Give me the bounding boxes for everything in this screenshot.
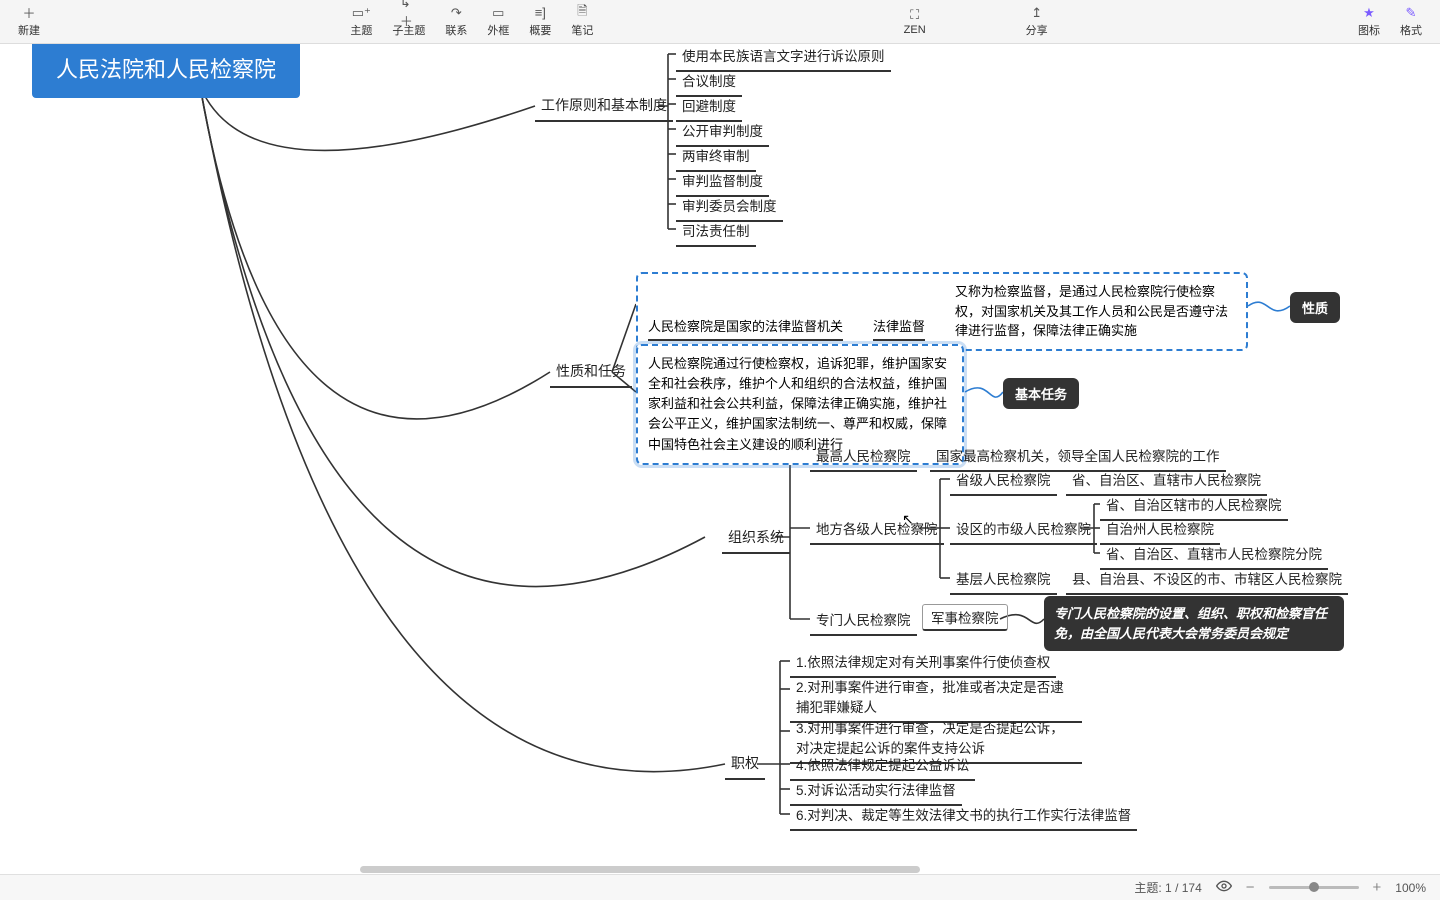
zen-label: ZEN (904, 24, 926, 36)
leaf[interactable]: 司法责任制 (676, 217, 756, 247)
topic-icon: ▭⁺ (352, 6, 370, 20)
cursor-icon: ↖ (902, 511, 914, 528)
notes-icon: 🗎 (573, 6, 591, 20)
callout-nature[interactable]: 性质 (1290, 292, 1340, 323)
zoom-in-button[interactable]: + (1373, 879, 1382, 896)
nature-c: 又称为检察监督，是通过人民检察院行使检察权，对国家机关及其工作人员和公民是否遵守… (955, 282, 1236, 341)
notes-label: 笔记 (571, 22, 593, 38)
callout-special[interactable]: 专门人民检察院的设置、组织、职权和检察官任免，由全国人民代表大会常务委员会规定 (1044, 596, 1344, 651)
topic-count: 主题: 1 / 174 (1134, 879, 1201, 896)
base-b[interactable]: 县、自治县、不设区的市、市辖区人民检察院 (1066, 565, 1348, 595)
zoom-slider[interactable] (1269, 886, 1359, 889)
status-bar: 主题: 1 / 174 − + 100% (0, 874, 1440, 900)
format-label: 格式 (1400, 22, 1422, 38)
prov-a[interactable]: 省级人民检察院 (950, 466, 1057, 496)
relation-icon: ↷ (447, 6, 465, 20)
branch-principles[interactable]: 工作原则和基本制度 (535, 92, 673, 122)
power-5[interactable]: 6.对判决、裁定等生效法律文书的执行工作实行法律监督 (790, 801, 1137, 831)
subtopic-icon: ↳＋ (400, 6, 418, 20)
notes-button[interactable]: 🗎 笔记 (561, 4, 603, 40)
base-a[interactable]: 基层人民检察院 (950, 565, 1057, 595)
special-a[interactable]: 专门人民检察院 (810, 606, 917, 636)
horizontal-scrollbar[interactable] (0, 865, 1440, 874)
city-a[interactable]: 设区的市级人民检察院 (950, 515, 1097, 545)
relation-label: 联系 (445, 22, 467, 38)
marker-icon: ★ (1360, 6, 1378, 20)
subtopic-button[interactable]: ↳＋ 子主题 (382, 4, 435, 40)
local-label[interactable]: 地方各级人民检察院 (810, 515, 944, 545)
special-b[interactable]: 军事检察院 (922, 604, 1008, 631)
supreme-a[interactable]: 最高人民检察院 (810, 442, 917, 472)
zoom-level[interactable]: 100% (1395, 881, 1426, 895)
zoom-thumb[interactable] (1309, 882, 1319, 892)
scrollbar-thumb[interactable] (360, 866, 920, 873)
share-label: 分享 (1026, 22, 1048, 38)
summary-icon: ≡] (531, 6, 549, 20)
relation-button[interactable]: ↷ 联系 (435, 4, 477, 40)
boundary-button[interactable]: ▭ 外框 (477, 4, 519, 40)
branch-nature-task[interactable]: 性质和任务 (550, 358, 632, 388)
toolbar: ＋ 新建 ▭⁺ 主题 ↳＋ 子主题 ↷ 联系 ▭ 外框 ≡] 概要 🗎 笔记 (0, 0, 1440, 44)
summary-label: 概要 (529, 22, 551, 38)
boundary-label: 外框 (487, 22, 509, 38)
nature-row[interactable]: 人民检察院是国家的法律监督机关 法律监督 又称为检察监督，是通过人民检察院行使检… (636, 272, 1248, 351)
branch-org[interactable]: 组织系统 (722, 524, 790, 554)
share-icon: ↥ (1028, 6, 1046, 20)
marker-label: 图标 (1358, 22, 1380, 38)
topic-label: 主题 (350, 22, 372, 38)
nature-a: 人民检察院是国家的法律监督机关 (648, 316, 843, 341)
branch-power[interactable]: 职权 (725, 750, 765, 780)
summary-button[interactable]: ≡] 概要 (519, 4, 561, 40)
mindmap-canvas[interactable]: 人民法院和人民检察院 工作原则和基本制度 使用本民族语言文字进行诉讼原则 合议制… (0, 44, 1440, 874)
new-button[interactable]: ＋ 新建 (8, 4, 50, 40)
eye-icon[interactable] (1216, 878, 1232, 897)
share-button[interactable]: ↥ 分享 (1016, 4, 1058, 40)
plus-icon: ＋ (20, 6, 38, 20)
new-label: 新建 (18, 22, 40, 38)
root-topic[interactable]: 人民法院和人民检察院 (32, 44, 300, 98)
nature-b: 法律监督 (873, 316, 925, 341)
zen-button[interactable]: ⛶ ZEN (894, 4, 936, 40)
callout-task[interactable]: 基本任务 (1003, 378, 1079, 409)
format-button[interactable]: ✎ 格式 (1390, 4, 1432, 40)
format-icon: ✎ (1402, 6, 1420, 20)
marker-button[interactable]: ★ 图标 (1348, 4, 1390, 40)
topic-button[interactable]: ▭⁺ 主题 (340, 4, 382, 40)
zoom-out-button[interactable]: − (1246, 879, 1255, 896)
zen-icon: ⛶ (906, 8, 924, 22)
subtopic-label: 子主题 (392, 22, 425, 38)
boundary-icon: ▭ (489, 6, 507, 20)
